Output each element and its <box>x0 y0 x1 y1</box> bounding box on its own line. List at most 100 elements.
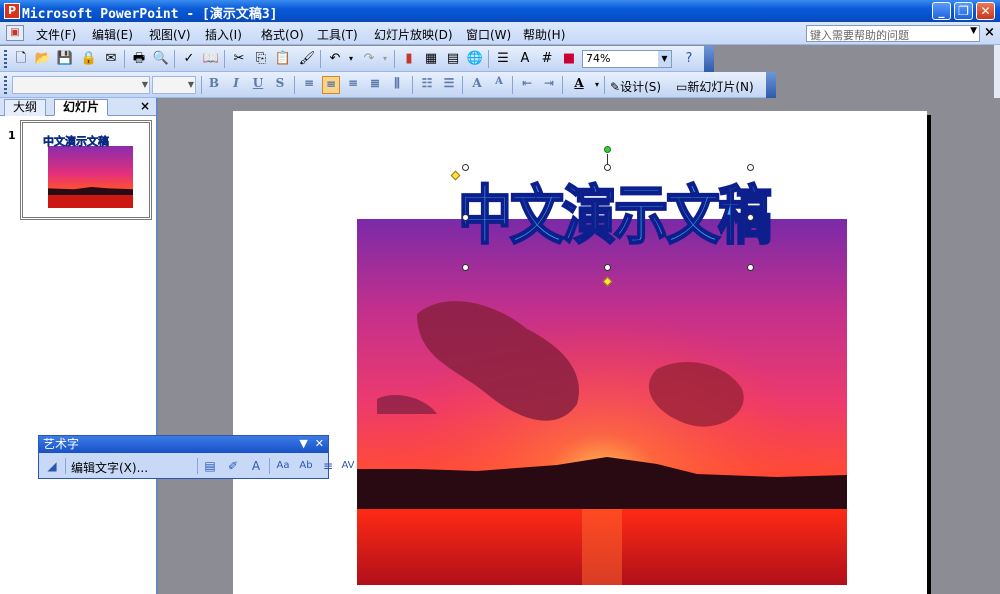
resize-handle-top[interactable] <box>604 164 611 171</box>
save-icon[interactable]: 💾 <box>56 50 74 68</box>
resize-handle-bottom-right[interactable] <box>747 264 754 271</box>
format-painter-icon[interactable]: 🖌 <box>298 50 316 68</box>
wordart-title[interactable]: 中文演示文稿 <box>457 163 773 256</box>
resize-handle-left[interactable] <box>462 214 469 221</box>
design-icon: ✎ <box>610 80 621 94</box>
print-icon[interactable]: 🖶 <box>130 50 148 68</box>
toolbar-options-dropdown-icon[interactable]: ▼ <box>299 437 307 450</box>
expand-all-icon[interactable]: ☰ <box>494 50 512 68</box>
menu-insert[interactable]: 插入(I) <box>205 26 242 43</box>
increase-indent-icon[interactable]: ⇥ <box>540 76 558 94</box>
menu-file[interactable]: 文件(F) <box>36 26 76 43</box>
research-icon[interactable]: 📖 <box>202 50 220 68</box>
sunset-picture[interactable] <box>357 219 847 585</box>
character-spacing-icon[interactable]: AV <box>339 457 357 475</box>
decrease-indent-icon[interactable]: ⇤ <box>518 76 536 94</box>
email-icon[interactable]: ✉ <box>102 50 120 68</box>
wordart-shape-icon[interactable]: A <box>247 457 265 475</box>
pane-close-button[interactable]: × <box>140 99 150 113</box>
insert-chart-icon[interactable]: ▮ <box>400 50 418 68</box>
tab-outline[interactable]: 大纲 <box>4 99 47 116</box>
document-close-button[interactable]: × <box>984 25 995 40</box>
menu-slideshow[interactable]: 幻灯片放映(D) <box>374 26 453 43</box>
italic-icon[interactable]: I <box>227 76 245 94</box>
menu-help[interactable]: 帮助(H) <box>523 26 565 43</box>
redo-dropdown-icon[interactable]: ▾ <box>376 50 394 68</box>
same-letter-heights-icon[interactable]: Aa <box>274 457 292 475</box>
numbering-icon[interactable]: ☷ <box>418 76 436 94</box>
menu-view[interactable]: 视图(V) <box>149 26 191 43</box>
zoom-select[interactable]: 74% ▼ <box>582 50 672 68</box>
undo-dropdown-icon[interactable]: ▾ <box>342 50 360 68</box>
permission-icon[interactable]: 🔒 <box>80 50 98 68</box>
insert-hyperlink-icon[interactable]: 🌐 <box>466 50 484 68</box>
menu-tools[interactable]: 工具(T) <box>317 26 358 43</box>
toolbar-options-icon[interactable] <box>704 46 714 72</box>
new-slide-button[interactable]: ▭新幻灯片(N) <box>676 78 754 95</box>
tab-slides[interactable]: 幻灯片 <box>54 99 109 116</box>
font-size-select[interactable]: ▼ <box>152 76 196 94</box>
powerpoint-app-icon[interactable]: P <box>4 3 20 19</box>
alignment-icon[interactable]: ≡ <box>319 457 337 475</box>
close-button[interactable]: ✕ <box>976 2 995 20</box>
toolbar-options-icon[interactable] <box>766 72 776 98</box>
align-center-icon[interactable]: ≡ <box>322 76 340 94</box>
rotate-handle[interactable] <box>604 146 611 153</box>
insert-table-icon[interactable]: ▦ <box>422 50 440 68</box>
spelling-icon[interactable]: ✓ <box>180 50 198 68</box>
wordart-gallery-icon[interactable]: ▤ <box>201 457 219 475</box>
bullets-icon[interactable]: ☰ <box>440 76 458 94</box>
paste-icon[interactable]: 📋 <box>274 50 292 68</box>
justify-icon[interactable]: ≣ <box>366 76 384 94</box>
font-color-icon[interactable]: A <box>570 76 588 94</box>
resize-handle-top-left[interactable] <box>462 164 469 171</box>
toolbar-grip[interactable] <box>4 50 7 68</box>
slide-thumbnail[interactable]: 中文演示文稿 <box>20 120 152 220</box>
insert-wordart-icon[interactable]: ◢ <box>43 457 61 475</box>
align-right-icon[interactable]: ≡ <box>344 76 362 94</box>
toolbar-grip[interactable] <box>4 76 7 94</box>
new-icon[interactable]: 🗋 <box>12 50 30 68</box>
menu-edit[interactable]: 编辑(E) <box>92 26 133 43</box>
font-name-select[interactable]: ▼ <box>12 76 150 94</box>
format-wordart-icon[interactable]: ✐ <box>224 457 242 475</box>
decrease-font-icon[interactable]: A <box>490 76 508 94</box>
vertical-text-icon[interactable]: Ab <box>297 457 315 475</box>
edit-text-button[interactable]: 编辑文字(X)... <box>71 459 148 476</box>
cut-icon[interactable]: ✂ <box>230 50 248 68</box>
show-grid-icon[interactable]: # <box>538 50 556 68</box>
zoom-dropdown-icon[interactable]: ▼ <box>658 51 671 67</box>
minimize-button[interactable]: _ <box>932 2 951 20</box>
resize-handle-top-right[interactable] <box>747 164 754 171</box>
resize-handle-bottom-left[interactable] <box>462 264 469 271</box>
menu-format[interactable]: 格式(O) <box>261 26 304 43</box>
print-preview-icon[interactable]: 🔍 <box>152 50 170 68</box>
distribute-icon[interactable]: ⫼ <box>388 76 406 94</box>
help-search-input[interactable]: 键入需要帮助的问题 ▼ <box>806 25 980 42</box>
show-formatting-icon[interactable]: A <box>516 50 534 68</box>
restore-button[interactable]: ❐ <box>954 2 973 20</box>
help-dropdown-icon[interactable]: ▼ <box>970 26 977 36</box>
font-size-dropdown-icon[interactable]: ▼ <box>188 77 194 93</box>
tables-borders-icon[interactable]: ▤ <box>444 50 462 68</box>
increase-font-icon[interactable]: A <box>468 76 486 94</box>
resize-handle-right[interactable] <box>747 214 754 221</box>
align-left-icon[interactable]: ≡ <box>300 76 318 94</box>
wordart-toolbar-titlebar[interactable]: 艺术字 ▼ ✕ <box>39 436 328 453</box>
menu-window[interactable]: 窗口(W) <box>466 26 511 43</box>
bold-icon[interactable]: B <box>205 76 223 94</box>
wordart-toolbar-close-icon[interactable]: ✕ <box>315 437 324 450</box>
font-name-dropdown-icon[interactable]: ▼ <box>142 77 148 93</box>
design-button[interactable]: ✎设计(S) <box>610 78 661 95</box>
underline-icon[interactable]: U <box>249 76 267 94</box>
slide-canvas[interactable]: 中文演示文稿 <box>233 111 927 594</box>
separator <box>197 458 198 474</box>
resize-handle-bottom[interactable] <box>604 264 611 271</box>
shadow-icon[interactable]: S <box>271 76 289 94</box>
copy-icon[interactable]: ⎘ <box>252 50 270 68</box>
separator <box>201 76 202 94</box>
color-grayscale-icon[interactable]: ■ <box>560 50 578 68</box>
document-icon[interactable]: ▣ <box>6 25 24 41</box>
open-icon[interactable]: 📂 <box>34 50 52 68</box>
help-icon[interactable]: ? <box>680 50 698 68</box>
